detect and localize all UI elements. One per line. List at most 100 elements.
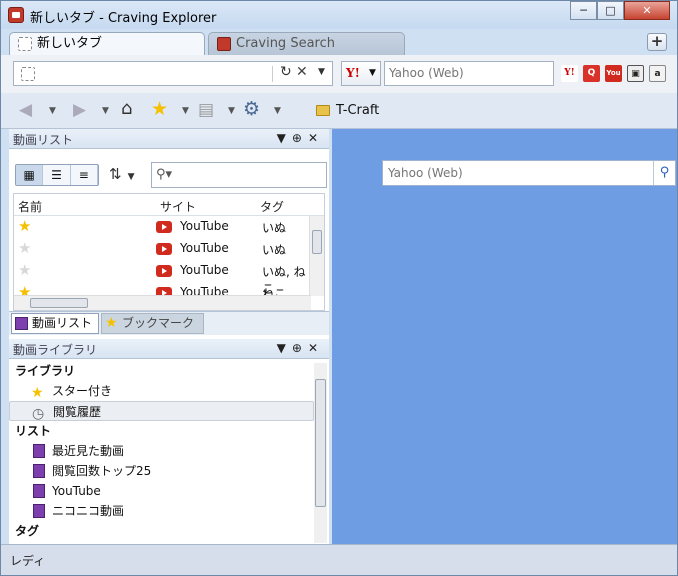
panel-controls[interactable]: ▼⊕✕	[277, 341, 324, 355]
row-tag: いぬ	[262, 221, 287, 235]
search-icon[interactable]: ⚲	[653, 161, 675, 185]
tab-craving-search[interactable]: Craving Search	[208, 32, 405, 55]
column-header-name[interactable]: 名前	[18, 198, 42, 215]
list-view-icon[interactable]: ≡	[71, 165, 98, 185]
search-shortcuts: Y! Q You ▣ a	[561, 65, 666, 82]
library-group-header[interactable]: ライブラリ	[9, 361, 314, 381]
column-header-site[interactable]: サイト	[160, 198, 196, 215]
forward-arrow-icon[interactable]: ▶	[73, 100, 86, 120]
toolbar: ◀ ▼ ▶ ▼ ⌂ ★ ▼ ▤ ▼ ⚙ ▼ T-Craft	[1, 93, 677, 129]
tab-bookmarks[interactable]: ★ ブックマーク	[101, 313, 204, 334]
blank-page-icon	[21, 67, 35, 81]
divider	[272, 66, 273, 82]
detail-view-icon[interactable]: ☰	[43, 165, 71, 185]
tab-video-list[interactable]: 動画リスト	[11, 313, 99, 334]
tab-strip: 新しいタブ Craving Search +	[1, 29, 677, 55]
list-item[interactable]: 最近見た動画	[9, 441, 314, 461]
youtube-icon	[156, 243, 172, 255]
chevron-down-icon[interactable]: ▼	[49, 106, 56, 116]
panel-title: 動画ライブラリ	[13, 343, 98, 357]
panel-controls[interactable]: ▼⊕✕	[277, 131, 324, 145]
library-panel-header: 動画ライブラリ ▼⊕✕	[9, 339, 329, 359]
address-input[interactable]	[42, 64, 272, 83]
playlist-icon	[33, 444, 45, 458]
content-search-input[interactable]	[383, 161, 651, 185]
tab-label: 動画リスト	[32, 316, 93, 330]
list-item[interactable]: ニコニコ動画	[9, 501, 314, 521]
youtube-icon[interactable]: You	[605, 65, 622, 82]
star-icon[interactable]: ★	[18, 261, 31, 279]
search-engine-selector[interactable]: Y! ▼	[341, 61, 381, 86]
library-item-starred[interactable]: ★ スター付き	[9, 381, 314, 401]
chevron-down-icon[interactable]: ▼	[102, 106, 109, 116]
thumbnail-view-icon[interactable]: ▦	[16, 165, 44, 185]
minimize-button[interactable]: ─	[570, 1, 597, 20]
tab-label: Craving Search	[236, 36, 335, 51]
maximize-button[interactable]: □	[597, 1, 624, 20]
video-list-panel-header: 動画リスト ▼⊕✕	[9, 129, 329, 149]
tag-group-header[interactable]: タグ	[9, 521, 314, 541]
chevron-down-icon[interactable]: ▼	[182, 106, 189, 116]
vertical-scrollbar[interactable]	[309, 216, 324, 296]
tab-label: 新しいタブ	[37, 36, 103, 51]
new-tab-button[interactable]: +	[647, 33, 667, 51]
tab-new[interactable]: 新しいタブ	[9, 32, 205, 55]
library-item-history[interactable]: ◷ 閲覧履歴	[9, 401, 314, 422]
amazon-icon[interactable]: a	[649, 65, 666, 82]
blank-page-icon	[18, 37, 32, 51]
chevron-down-icon[interactable]: ▼	[274, 106, 281, 116]
tab-label: ブックマーク	[122, 316, 195, 330]
search-icon[interactable]: Q	[583, 65, 600, 82]
address-bar-row: ↻ ✕ ▼ Y! ▼ Y! Q You ▣ a	[1, 55, 677, 93]
library-item-label: スター付き	[52, 384, 113, 398]
film-icon	[15, 317, 28, 330]
star-icon[interactable]: ★	[18, 239, 31, 257]
row-site: YouTube	[180, 219, 229, 233]
film-icon[interactable]: ▤	[198, 100, 214, 120]
list-group-header[interactable]: リスト	[9, 421, 314, 441]
back-arrow-icon[interactable]: ◀	[19, 100, 32, 120]
row-site: YouTube	[180, 263, 229, 277]
craving-explorer-app-icon	[8, 7, 24, 23]
window-title: 新しいタブ - Craving Explorer	[30, 11, 217, 26]
address-bar: ↻ ✕ ▼	[13, 61, 333, 86]
search-box	[384, 61, 554, 86]
chevron-down-icon[interactable]: ▼	[318, 67, 325, 77]
view-mode-switch: ▦ ☰ ≡	[15, 164, 99, 186]
star-icon[interactable]: ★	[18, 217, 31, 235]
scroll-thumb[interactable]	[30, 298, 88, 308]
table-row[interactable]: ★ YouTube いぬ	[14, 238, 310, 260]
list-item[interactable]: 閲覧回数トップ25	[9, 461, 314, 481]
scroll-thumb[interactable]	[312, 230, 322, 254]
yahoo-icon[interactable]: Y!	[561, 65, 578, 82]
craving-icon	[217, 37, 231, 51]
video-list: 名前 サイト タグ ★ YouTube いぬ ★ YouTube いぬ ★ Yo…	[13, 193, 325, 311]
content-search-box: ⚲	[382, 160, 676, 186]
list-item[interactable]: YouTube	[9, 481, 314, 501]
bookmark-folder-t-craft[interactable]: T-Craft	[336, 103, 379, 118]
gear-icon[interactable]: ⚙	[243, 98, 260, 120]
nico-icon[interactable]: ▣	[627, 65, 644, 82]
chevron-down-icon[interactable]: ▼	[228, 106, 235, 116]
table-row[interactable]: ★ YouTube ねこ	[14, 282, 310, 296]
scroll-thumb[interactable]	[315, 379, 326, 507]
status-bar: レディ	[1, 544, 677, 575]
app-window: 新しいタブ - Craving Explorer ─ □ ✕ 新しいタブ Cra…	[0, 0, 678, 576]
stop-icon[interactable]: ✕	[296, 64, 308, 80]
column-header-tag[interactable]: タグ	[260, 198, 284, 215]
reload-icon[interactable]: ↻	[280, 64, 292, 80]
table-row[interactable]: ★ YouTube いぬ	[14, 216, 310, 238]
status-text: レディ	[10, 554, 46, 568]
left-pane: 動画リスト ▼⊕✕ ▦ ☰ ≡ ⇅ ▼ ⚲▾ 名前 サイト タグ ★ YouTub…	[9, 129, 329, 544]
vertical-scrollbar[interactable]	[314, 363, 327, 543]
horizontal-scrollbar[interactable]	[14, 295, 311, 310]
home-icon[interactable]: ⌂	[121, 98, 132, 119]
search-input[interactable]	[385, 62, 550, 84]
row-site: YouTube	[180, 241, 229, 255]
sort-button[interactable]: ⇅ ▼	[109, 165, 135, 183]
table-row[interactable]: ★ YouTube いぬ, ねこ	[14, 260, 310, 296]
filter-box[interactable]: ⚲▾	[151, 162, 327, 188]
title-bar[interactable]: 新しいタブ - Craving Explorer ─ □ ✕	[1, 1, 677, 29]
star-icon[interactable]: ★	[151, 98, 168, 120]
close-button[interactable]: ✕	[624, 1, 670, 20]
